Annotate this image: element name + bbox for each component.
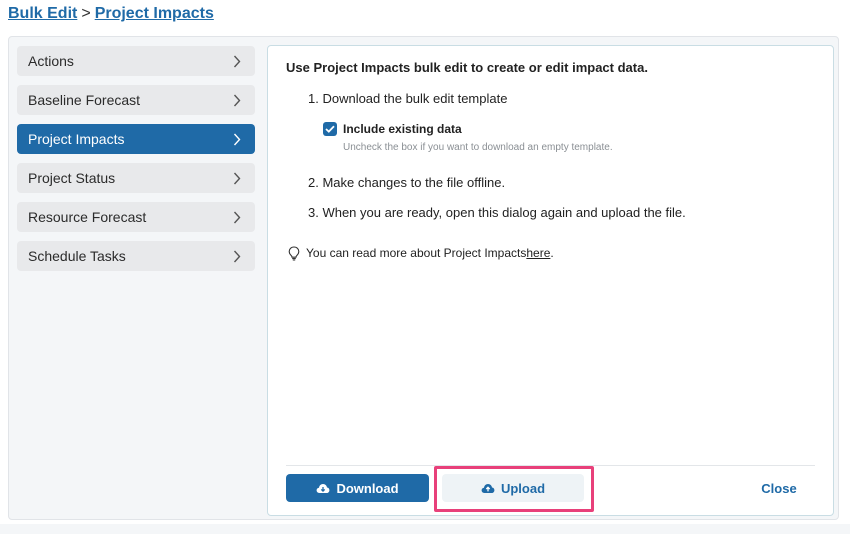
chevron-right-icon <box>231 210 243 224</box>
sidebar-item-project-status[interactable]: Project Status <box>17 163 255 193</box>
download-button-label: Download <box>336 480 399 496</box>
close-button[interactable]: Close <box>746 474 812 502</box>
cloud-download-icon <box>316 483 330 494</box>
step-1-text: 1. Download the bulk edit template <box>308 91 508 106</box>
sidebar-item-label: Schedule Tasks <box>28 248 126 264</box>
include-existing-data-checkbox[interactable] <box>323 122 337 136</box>
sidebar-item-schedule-tasks[interactable]: Schedule Tasks <box>17 241 255 271</box>
sidebar-item-label: Baseline Forecast <box>28 92 141 108</box>
sidebar-item-label: Resource Forecast <box>28 209 147 225</box>
chevron-right-icon <box>231 249 243 263</box>
content-panel: Use Project Impacts bulk edit to create … <box>267 45 834 516</box>
upload-button-label: Upload <box>500 480 546 496</box>
chevron-right-icon <box>231 93 243 107</box>
breadcrumb-separator: > <box>81 5 91 22</box>
sidebar-item-project-impacts[interactable]: Project Impacts <box>17 124 255 154</box>
sidebar-item-label: Project Status <box>28 170 116 186</box>
breadcrumb: Bulk Edit > Project Impacts <box>8 5 214 23</box>
breadcrumb-link-bulk-edit[interactable]: Bulk Edit <box>8 5 77 22</box>
upload-button[interactable]: Upload <box>442 474 584 502</box>
sidebar-item-label: Actions <box>28 53 74 69</box>
checkbox-hint: Uncheck the box if you want to download … <box>343 142 613 153</box>
sidebar-item-baseline-forecast[interactable]: Baseline Forecast <box>17 85 255 115</box>
bulk-edit-dialog: Actions Baseline Forecast Project Impact… <box>8 36 839 520</box>
sidebar: Actions Baseline Forecast Project Impact… <box>17 46 255 280</box>
sidebar-item-resource-forecast[interactable]: Resource Forecast <box>17 202 255 232</box>
footer-divider <box>286 465 815 466</box>
include-existing-data-checkbox-row[interactable]: Include existing data <box>323 122 462 136</box>
info-text: You can read more about Project Impacts <box>306 246 527 260</box>
download-button[interactable]: Download <box>286 474 429 502</box>
info-suffix: . <box>550 246 554 260</box>
intro-text: Use Project Impacts bulk edit to create … <box>286 60 648 75</box>
chevron-right-icon <box>231 171 243 185</box>
chevron-right-icon <box>231 54 243 68</box>
info-row: You can read more about Project Impacts … <box>287 245 554 261</box>
checkbox-label: Include existing data <box>343 122 462 136</box>
step-2-text: 2. Make changes to the file offline. <box>308 175 506 190</box>
chevron-right-icon <box>231 132 243 146</box>
step-3-text: 3. When you are ready, open this dialog … <box>308 205 686 220</box>
cloud-upload-icon <box>481 483 495 494</box>
info-link-here[interactable]: here <box>526 246 550 260</box>
sidebar-item-actions[interactable]: Actions <box>17 46 255 76</box>
sidebar-item-label: Project Impacts <box>28 131 125 147</box>
lightbulb-icon <box>287 245 301 261</box>
bottom-strip <box>0 524 850 534</box>
breadcrumb-link-project-impacts[interactable]: Project Impacts <box>95 5 214 22</box>
check-icon <box>325 125 335 133</box>
